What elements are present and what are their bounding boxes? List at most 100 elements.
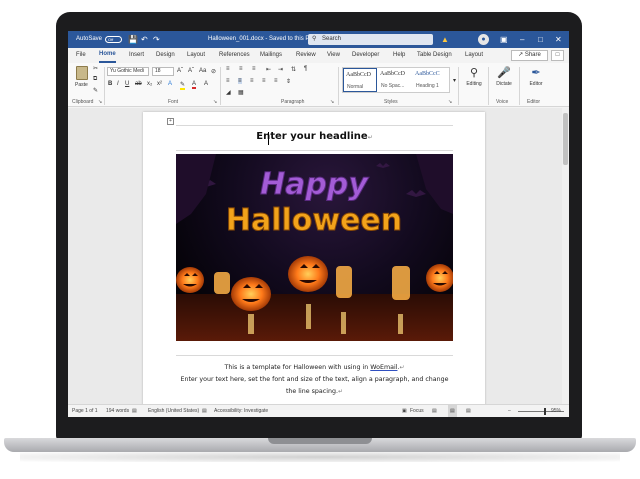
predictions-icon[interactable]: ▤ bbox=[202, 405, 207, 417]
proofing-icon[interactable]: ▤ bbox=[132, 405, 137, 417]
language-label[interactable]: English (United States) bbox=[148, 405, 199, 417]
justify-icon[interactable]: ≡ bbox=[262, 78, 266, 84]
word-count[interactable]: 194 words bbox=[106, 405, 129, 417]
style-no-spacing[interactable]: AaBbCcD No Spac... bbox=[378, 68, 412, 92]
warning-icon[interactable]: ▲ bbox=[441, 31, 449, 48]
close-icon[interactable]: ✕ bbox=[555, 31, 562, 48]
text-effects-icon[interactable]: A bbox=[168, 81, 172, 87]
font-name-select[interactable]: Yu Gothic Medi bbox=[107, 67, 149, 76]
maximize-icon[interactable]: □ bbox=[538, 31, 543, 48]
focus-icon[interactable]: ▣ bbox=[402, 405, 407, 417]
tab-developer[interactable]: Developer bbox=[352, 48, 379, 63]
underline-icon[interactable]: U bbox=[125, 81, 129, 87]
vertical-scroll-thumb[interactable] bbox=[563, 113, 568, 165]
focus-label[interactable]: Focus bbox=[410, 405, 424, 417]
ribbon-display-icon[interactable]: ▣ bbox=[500, 31, 508, 48]
minimize-icon[interactable]: – bbox=[520, 31, 524, 48]
show-marks-icon[interactable]: ¶ bbox=[304, 66, 307, 72]
cut-icon[interactable]: ✂ bbox=[93, 65, 98, 72]
styles-more-icon[interactable]: ▾ bbox=[453, 77, 456, 84]
read-mode-icon[interactable]: ▤ bbox=[432, 405, 437, 417]
tab-design[interactable]: Design bbox=[156, 48, 175, 63]
grow-font-icon[interactable]: Aˆ bbox=[177, 68, 183, 74]
body-line-2[interactable]: Enter your text here, set the font and s… bbox=[176, 374, 453, 386]
increase-indent-icon[interactable]: ⇥ bbox=[278, 66, 283, 73]
line-spacing-icon[interactable]: ⇕ bbox=[286, 78, 291, 85]
paste-icon[interactable] bbox=[76, 66, 88, 80]
comments-button[interactable]: □ bbox=[551, 50, 564, 61]
distributed-icon[interactable]: ≡ bbox=[274, 78, 278, 84]
save-icon[interactable]: 💾 bbox=[128, 31, 138, 48]
page-count[interactable]: Page 1 of 1 bbox=[72, 405, 98, 417]
headline-cell[interactable]: Enter your headline↵ bbox=[176, 125, 453, 151]
shrink-font-icon[interactable]: Aˇ bbox=[188, 68, 194, 74]
dictate-label: Dictate bbox=[496, 81, 512, 87]
accessibility-status[interactable]: Accessibility: Investigate bbox=[214, 405, 268, 417]
font-launcher-icon[interactable]: ↘ bbox=[213, 99, 217, 105]
body-text-cell[interactable]: This is a template for Halloween with us… bbox=[176, 355, 453, 410]
tab-references[interactable]: References bbox=[219, 48, 250, 63]
borders-icon[interactable]: ▦ bbox=[238, 89, 244, 96]
format-painter-icon[interactable]: ✎ bbox=[93, 87, 98, 94]
clipboard-launcher-icon[interactable]: ↘ bbox=[98, 99, 102, 105]
styles-launcher-icon[interactable]: ↘ bbox=[448, 99, 452, 105]
editing-button[interactable]: ⚲ Editing bbox=[461, 66, 487, 98]
multilevel-list-icon[interactable]: ≡ bbox=[252, 66, 256, 72]
tab-table-layout[interactable]: Layout bbox=[465, 48, 483, 63]
align-left-icon[interactable]: ≡ bbox=[226, 78, 230, 84]
clear-formatting-icon[interactable]: ⊘ bbox=[211, 68, 216, 75]
highlight-icon[interactable]: ✎ bbox=[180, 81, 186, 90]
tab-help[interactable]: Help bbox=[393, 48, 405, 63]
bullets-icon[interactable]: ≡ bbox=[226, 66, 230, 72]
strikethrough-icon[interactable]: ab bbox=[135, 81, 142, 87]
print-layout-icon[interactable]: ▤ bbox=[448, 405, 457, 417]
char-shading-icon[interactable]: A bbox=[204, 81, 208, 87]
web-layout-icon[interactable]: ▤ bbox=[466, 405, 471, 417]
change-case-icon[interactable]: Aa bbox=[199, 68, 206, 74]
autosave-toggle[interactable]: Off bbox=[105, 36, 122, 43]
body-line-1[interactable]: This is a template for Halloween with us… bbox=[176, 362, 453, 374]
align-right-icon[interactable]: ≡ bbox=[250, 78, 254, 84]
style-normal[interactable]: AaBbCcD Normal bbox=[343, 68, 377, 92]
woemail-link[interactable]: WoEmail bbox=[370, 364, 397, 371]
search-box[interactable]: ⚲ Search bbox=[308, 34, 433, 45]
dictate-button[interactable]: 🎤 Dictate bbox=[491, 66, 517, 98]
body-line-3[interactable]: the line spacing.↵ bbox=[176, 386, 453, 398]
zoom-out-icon[interactable]: – bbox=[508, 405, 511, 417]
sort-icon[interactable]: ⇅ bbox=[291, 66, 296, 73]
paragraph-launcher-icon[interactable]: ↘ bbox=[330, 99, 334, 105]
tab-view[interactable]: View bbox=[327, 48, 340, 63]
style-heading-1[interactable]: AaBbCcC Heading 1 bbox=[413, 68, 447, 92]
tab-file[interactable]: File bbox=[76, 48, 86, 63]
align-center-icon[interactable]: ≡ bbox=[238, 78, 242, 84]
tab-insert[interactable]: Insert bbox=[129, 48, 144, 63]
font-color-icon[interactable]: A bbox=[192, 81, 197, 89]
tab-mailings[interactable]: Mailings bbox=[260, 48, 282, 63]
tab-layout[interactable]: Layout bbox=[187, 48, 205, 63]
superscript-icon[interactable]: x² bbox=[157, 81, 162, 87]
bold-icon[interactable]: B bbox=[108, 81, 112, 87]
shading-icon[interactable]: ◢ bbox=[226, 89, 231, 96]
paste-label[interactable]: Paste bbox=[75, 82, 88, 88]
document-page[interactable]: + Enter your headline↵ Happy Halloween T… bbox=[143, 112, 485, 412]
avatar[interactable]: ● bbox=[478, 34, 489, 45]
zoom-level[interactable]: 95% bbox=[551, 405, 561, 417]
numbering-icon[interactable]: ≡ bbox=[239, 66, 243, 72]
headline-text[interactable]: Enter your headline↵ bbox=[176, 131, 453, 142]
decrease-indent-icon[interactable]: ⇤ bbox=[266, 66, 271, 73]
copy-icon[interactable]: ⧉ bbox=[93, 76, 97, 83]
italic-icon[interactable]: I bbox=[117, 81, 119, 87]
share-button[interactable]: ↗ Share bbox=[511, 50, 548, 61]
tab-review[interactable]: Review bbox=[296, 48, 316, 63]
document-title[interactable]: Halloween_001.docx - Saved to this PC bbox=[208, 31, 314, 48]
subscript-icon[interactable]: x₂ bbox=[147, 81, 152, 87]
tab-table-design[interactable]: Table Design bbox=[417, 48, 452, 63]
font-size-select[interactable]: 18 bbox=[152, 67, 174, 76]
zoom-slider-knob[interactable] bbox=[544, 408, 546, 415]
editor-button[interactable]: ✒ Editor bbox=[523, 66, 549, 98]
halloween-picture[interactable]: Happy Halloween bbox=[176, 154, 453, 341]
undo-icon[interactable]: ↶ bbox=[141, 31, 148, 48]
table-move-handle-icon[interactable]: + bbox=[167, 118, 174, 125]
redo-icon[interactable]: ↷ bbox=[153, 31, 160, 48]
tab-home[interactable]: Home bbox=[99, 48, 116, 63]
